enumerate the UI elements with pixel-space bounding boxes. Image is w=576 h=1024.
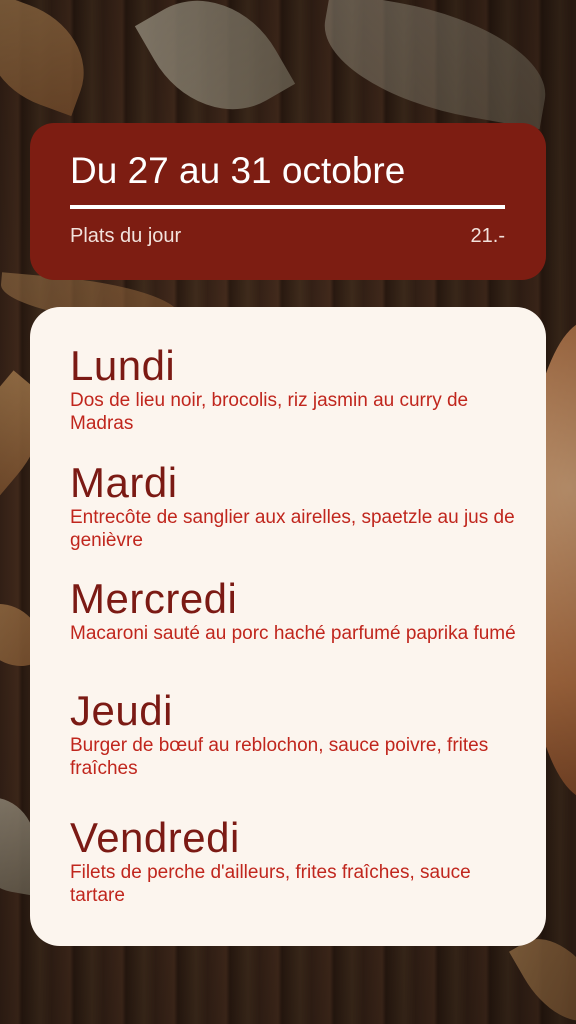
price-label: 21.- (470, 225, 505, 247)
menu-card: Lundi Dos de lieu noir, brocolis, riz ja… (30, 307, 546, 946)
date-range-title: Du 27 au 31 octobre (70, 150, 406, 191)
dish-description: Burger de bœuf au reblochon, sauce poivr… (70, 735, 489, 779)
dish-description: Dos de lieu noir, brocolis, riz jasmin a… (70, 390, 469, 434)
day-tuesday: Mardi Entrecôte de sanglier aux airelles… (70, 460, 516, 552)
day-name: Mardi (70, 459, 178, 506)
day-friday: Vendredi Filets de perche d'ailleurs, fr… (70, 815, 516, 907)
dish-description: Entrecôte de sanglier aux airelles, spae… (70, 507, 515, 551)
day-wednesday: Mercredi Macaroni sauté au porc haché pa… (70, 576, 516, 645)
day-name: Vendredi (70, 814, 240, 861)
day-name: Jeudi (70, 687, 173, 734)
header-card: Du 27 au 31 octobre Plats du jour 21.- (30, 123, 546, 280)
day-name: Lundi (70, 342, 176, 389)
day-thursday: Jeudi Burger de bœuf au reblochon, sauce… (70, 688, 516, 780)
dish-description: Macaroni sauté au porc haché parfumé pap… (70, 623, 516, 644)
header-divider (70, 205, 505, 209)
day-monday: Lundi Dos de lieu noir, brocolis, riz ja… (70, 343, 516, 435)
daily-dishes-label: Plats du jour (70, 225, 182, 247)
day-name: Mercredi (70, 575, 238, 622)
dish-description: Filets de perche d'ailleurs, frites fraî… (70, 862, 471, 906)
